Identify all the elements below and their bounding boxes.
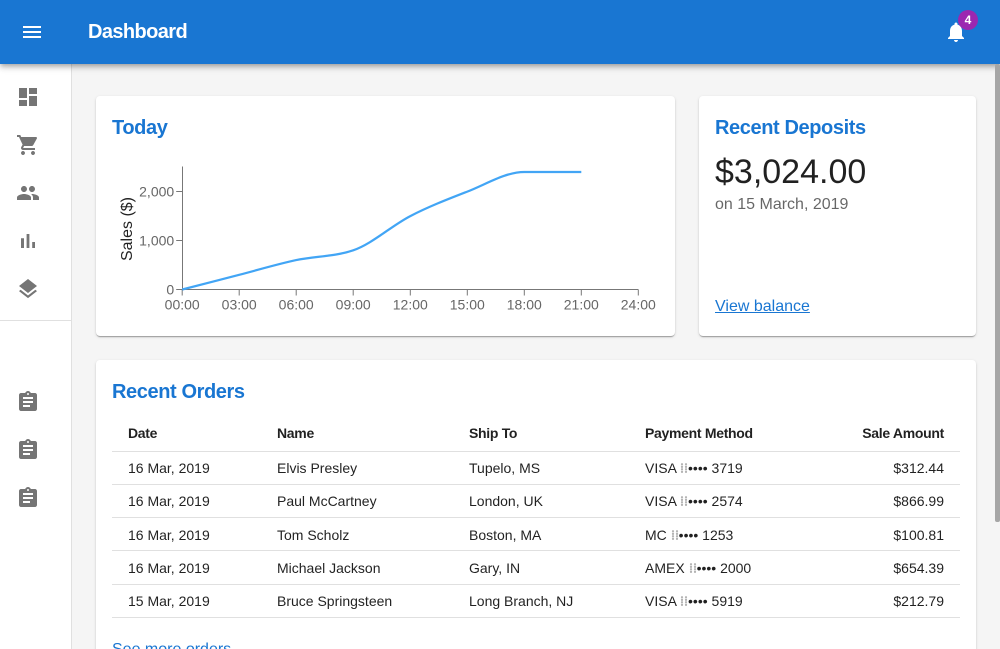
svg-text:18:00: 18:00 [507, 297, 542, 313]
svg-text:00:00: 00:00 [165, 297, 200, 313]
svg-text:24:00: 24:00 [621, 297, 656, 313]
svg-text:03:00: 03:00 [222, 297, 257, 313]
svg-text:15:00: 15:00 [450, 297, 485, 313]
svg-text:06:00: 06:00 [279, 297, 314, 313]
svg-text:Sales ($): Sales ($) [119, 197, 136, 261]
svg-text:12:00: 12:00 [393, 297, 428, 313]
svg-text:0: 0 [166, 282, 174, 298]
svg-text:09:00: 09:00 [336, 297, 371, 313]
svg-text:1,000: 1,000 [139, 233, 174, 249]
svg-text:2,000: 2,000 [139, 184, 174, 200]
svg-text:21:00: 21:00 [564, 297, 599, 313]
